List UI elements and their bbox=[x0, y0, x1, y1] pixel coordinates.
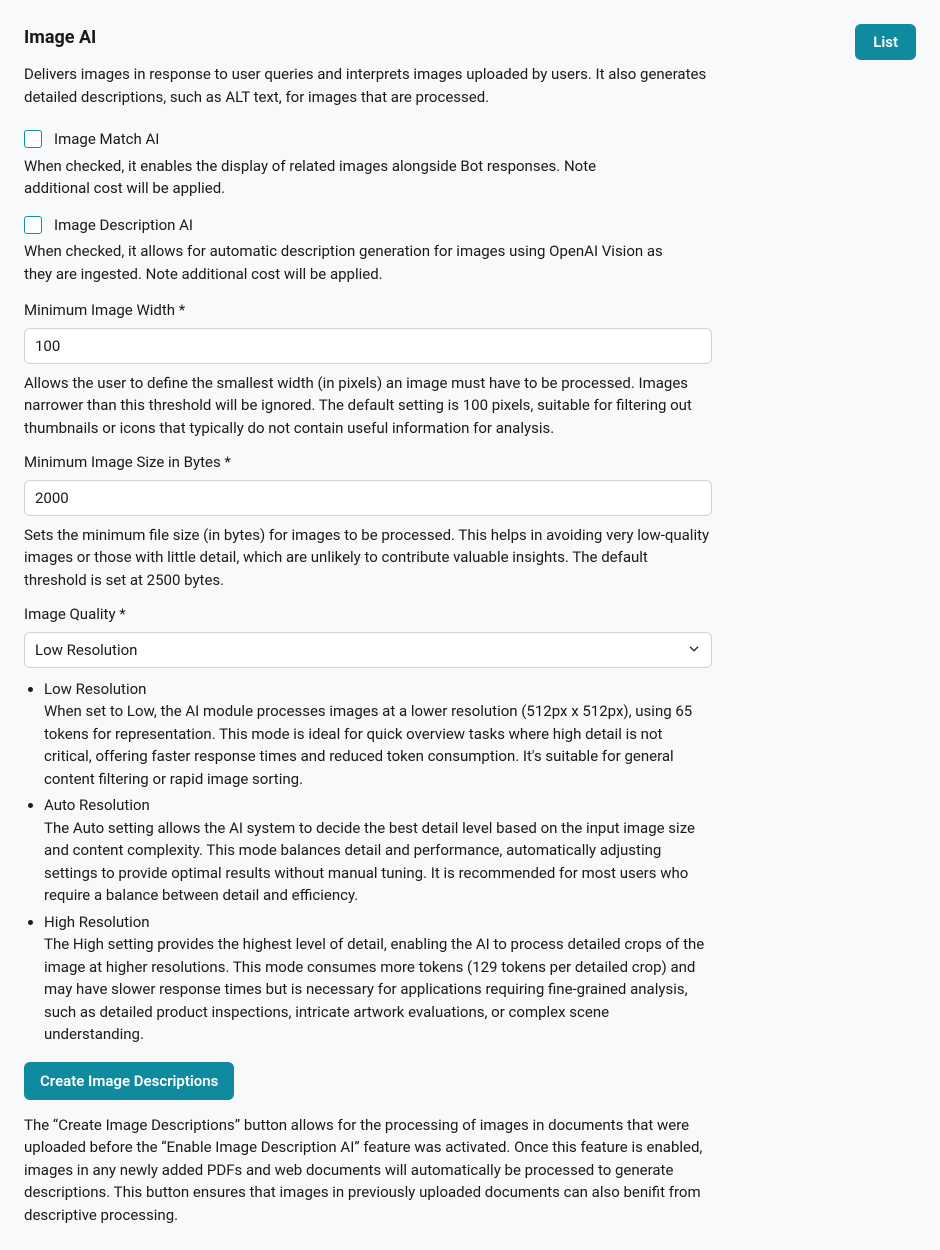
quality-low-desc: When set to Low, the AI module processes… bbox=[44, 702, 692, 788]
list-item: Low Resolution When set to Low, the AI m… bbox=[44, 678, 712, 791]
quality-low-title: Low Resolution bbox=[44, 680, 146, 698]
image-description-label: Image Description AI bbox=[54, 214, 193, 237]
image-quality-label: Image Quality * bbox=[24, 603, 712, 626]
image-description-checkbox[interactable] bbox=[24, 216, 42, 234]
create-image-descriptions-hint: The “Create Image Descriptions” button a… bbox=[24, 1114, 712, 1227]
min-size-hint: Sets the minimum file size (in bytes) fo… bbox=[24, 524, 712, 592]
quality-high-title: High Resolution bbox=[44, 913, 150, 931]
image-quality-select[interactable]: Low Resolution Auto Resolution High Reso… bbox=[24, 632, 712, 668]
image-match-hint: When checked, it enables the display of … bbox=[24, 155, 664, 200]
min-width-hint: Allows the user to define the smallest w… bbox=[24, 372, 712, 440]
page-intro: Delivers images in response to user quer… bbox=[24, 63, 712, 108]
page-title: Image AI bbox=[24, 24, 712, 51]
min-size-label: Minimum Image Size in Bytes * bbox=[24, 451, 712, 474]
create-image-descriptions-button[interactable]: Create Image Descriptions bbox=[24, 1062, 234, 1100]
list-item: High Resolution The High setting provide… bbox=[44, 911, 712, 1046]
image-description-hint: When checked, it allows for automatic de… bbox=[24, 240, 664, 285]
image-match-label: Image Match AI bbox=[54, 128, 159, 151]
list-item: Auto Resolution The Auto setting allows … bbox=[44, 794, 712, 907]
image-match-checkbox[interactable] bbox=[24, 130, 42, 148]
image-quality-options-list: Low Resolution When set to Low, the AI m… bbox=[24, 678, 712, 1046]
min-width-input[interactable] bbox=[24, 328, 712, 364]
quality-high-desc: The High setting provides the highest le… bbox=[44, 935, 704, 1043]
list-button[interactable]: List bbox=[855, 24, 916, 60]
quality-auto-desc: The Auto setting allows the AI system to… bbox=[44, 819, 695, 905]
quality-auto-title: Auto Resolution bbox=[44, 796, 150, 814]
min-size-input[interactable] bbox=[24, 480, 712, 516]
min-width-label: Minimum Image Width * bbox=[24, 299, 712, 322]
